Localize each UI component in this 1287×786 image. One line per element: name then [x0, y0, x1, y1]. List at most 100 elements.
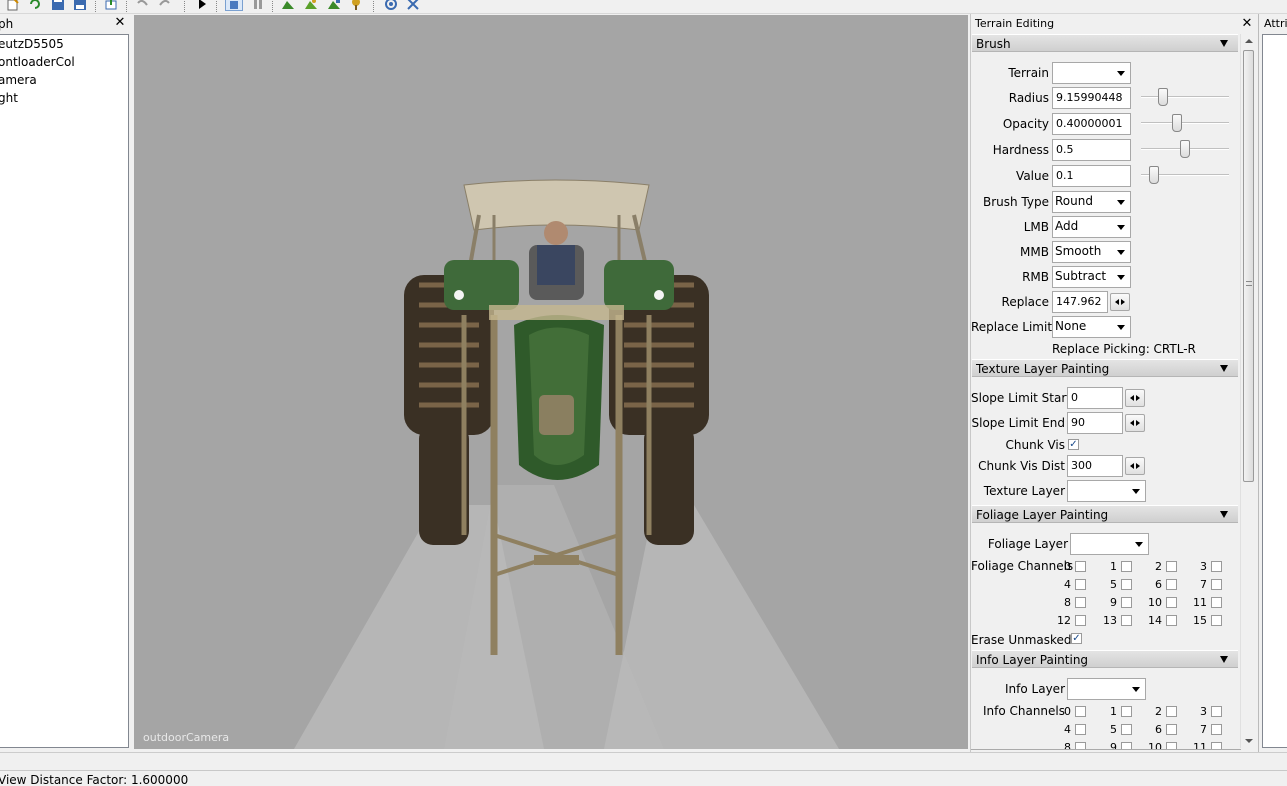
scenegraph-tree[interactable]: eutzD5505 ontloaderCol amera ght — [0, 34, 129, 748]
texture-layer-select[interactable] — [1067, 480, 1146, 502]
terrain-raise-icon[interactable] — [281, 0, 295, 11]
close-icon[interactable]: ✕ — [114, 16, 126, 29]
terrain-select[interactable] — [1052, 62, 1131, 84]
save-all-icon[interactable] — [73, 0, 87, 11]
save-icon[interactable] — [51, 0, 65, 11]
slider-thumb[interactable] — [1158, 88, 1168, 106]
channel-checkbox[interactable] — [1121, 706, 1132, 717]
tree-item[interactable]: ght — [0, 91, 18, 105]
channel-number: 10 — [1148, 741, 1162, 750]
3d-viewport[interactable]: outdoorCamera — [134, 15, 968, 749]
redo-icon[interactable] — [158, 0, 172, 11]
slope-end-field[interactable]: 90 — [1067, 412, 1123, 434]
slope-start-spinner[interactable] — [1125, 389, 1145, 407]
value-field[interactable]: 0.1 — [1052, 165, 1131, 187]
terrain-paint-icon[interactable] — [327, 0, 341, 11]
channel-number: 9 — [1110, 596, 1117, 609]
texture-section-header[interactable]: Texture Layer Painting — [972, 359, 1238, 377]
channel-checkbox[interactable] — [1211, 742, 1222, 749]
scroll-up-icon[interactable] — [1245, 39, 1253, 43]
slope-start-field[interactable]: 0 — [1067, 387, 1123, 409]
channel-checkbox[interactable] — [1075, 742, 1086, 749]
erase-unmasked-checkbox[interactable]: ✓ — [1071, 633, 1082, 644]
radius-field[interactable]: 9.15990448 — [1052, 87, 1131, 109]
settings-icon[interactable] — [384, 0, 398, 11]
collapse-arrow-icon[interactable] — [1220, 656, 1228, 663]
brush-type-select[interactable]: Round — [1052, 191, 1131, 213]
play-icon[interactable] — [195, 0, 209, 11]
collapse-arrow-icon[interactable] — [1220, 511, 1228, 518]
rmb-select[interactable]: Subtract — [1052, 266, 1131, 288]
channel-checkbox[interactable] — [1166, 615, 1177, 626]
chunk-vis-dist-spinner[interactable] — [1125, 457, 1145, 475]
replace-spinner[interactable] — [1110, 293, 1130, 311]
chunk-vis-dist-field[interactable]: 300 — [1067, 455, 1123, 477]
info-layer-select[interactable] — [1067, 678, 1146, 700]
hardness-field[interactable]: 0.5 — [1052, 139, 1131, 161]
channel-checkbox[interactable] — [1121, 561, 1132, 572]
gizmo-icon[interactable] — [406, 0, 420, 11]
refresh-icon[interactable] — [28, 0, 42, 11]
channel-checkbox[interactable] — [1121, 724, 1132, 735]
rmb-label: RMB — [1022, 270, 1049, 284]
channel-checkbox[interactable] — [1121, 597, 1132, 608]
foliage-layer-select[interactable] — [1070, 533, 1149, 555]
tree-item[interactable]: ontloaderCol — [0, 55, 75, 69]
opacity-field[interactable]: 0.40000001 — [1052, 113, 1131, 135]
channel-checkbox[interactable] — [1075, 706, 1086, 717]
channel-checkbox[interactable] — [1166, 579, 1177, 590]
channel-checkbox[interactable] — [1075, 615, 1086, 626]
channel-checkbox[interactable] — [1075, 597, 1086, 608]
channel-checkbox[interactable] — [1166, 597, 1177, 608]
slider-thumb[interactable] — [1172, 114, 1182, 132]
radius-slider[interactable] — [1141, 87, 1229, 107]
channel-checkbox[interactable] — [1211, 561, 1222, 572]
replace-limit-select[interactable]: None — [1052, 316, 1131, 338]
channel-checkbox[interactable] — [1211, 706, 1222, 717]
close-icon[interactable]: ✕ — [1241, 17, 1253, 30]
channel-checkbox[interactable] — [1121, 615, 1132, 626]
info-section-header[interactable]: Info Layer Painting — [972, 650, 1238, 668]
mmb-select[interactable]: Smooth — [1052, 241, 1131, 263]
channel-checkbox[interactable] — [1166, 724, 1177, 735]
chunk-vis-dist-label: Chunk Vis Dist — [978, 459, 1065, 473]
channel-checkbox[interactable] — [1211, 615, 1222, 626]
collapse-arrow-icon[interactable] — [1220, 40, 1228, 47]
channel-checkbox[interactable] — [1166, 561, 1177, 572]
channel-checkbox[interactable] — [1211, 724, 1222, 735]
channel-checkbox[interactable] — [1211, 597, 1222, 608]
value-slider[interactable] — [1141, 165, 1229, 185]
scroll-down-icon[interactable] — [1245, 739, 1253, 743]
collapse-arrow-icon[interactable] — [1220, 365, 1228, 372]
terrain-lower-icon[interactable] — [304, 0, 318, 11]
slider-thumb[interactable] — [1180, 140, 1190, 158]
undo-icon[interactable] — [135, 0, 149, 11]
terrain-panel-scrollbar[interactable] — [1240, 34, 1256, 748]
camera-icon[interactable] — [225, 0, 243, 11]
channel-checkbox[interactable] — [1121, 742, 1132, 749]
tree-item[interactable]: eutzD5505 — [0, 37, 64, 51]
channel-checkbox[interactable] — [1166, 706, 1177, 717]
brush-section-header[interactable]: Brush — [972, 34, 1238, 52]
replace-field[interactable]: 147.962 — [1052, 291, 1108, 313]
chunk-vis-checkbox[interactable]: ✓ — [1068, 439, 1079, 450]
channel-checkbox[interactable] — [1166, 742, 1177, 749]
channel-checkbox[interactable] — [1075, 579, 1086, 590]
import-icon[interactable] — [104, 0, 118, 11]
opacity-slider[interactable] — [1141, 113, 1229, 133]
scrollbar-thumb[interactable] — [1243, 50, 1254, 482]
slider-thumb[interactable] — [1149, 166, 1159, 184]
channel-checkbox[interactable] — [1075, 724, 1086, 735]
slope-end-spinner[interactable] — [1125, 414, 1145, 432]
channel-checkbox[interactable] — [1075, 561, 1086, 572]
tree-icon[interactable] — [349, 0, 363, 11]
channel-checkbox[interactable] — [1121, 579, 1132, 590]
foliage-section-header[interactable]: Foliage Layer Painting — [972, 505, 1238, 523]
lmb-select[interactable]: Add — [1052, 216, 1131, 238]
hardness-slider[interactable] — [1141, 139, 1229, 159]
section-title: Info Layer Painting — [976, 653, 1089, 667]
new-icon[interactable] — [6, 0, 20, 11]
tree-item[interactable]: amera — [0, 73, 37, 87]
channel-checkbox[interactable] — [1211, 579, 1222, 590]
pause-icon[interactable] — [251, 0, 265, 11]
